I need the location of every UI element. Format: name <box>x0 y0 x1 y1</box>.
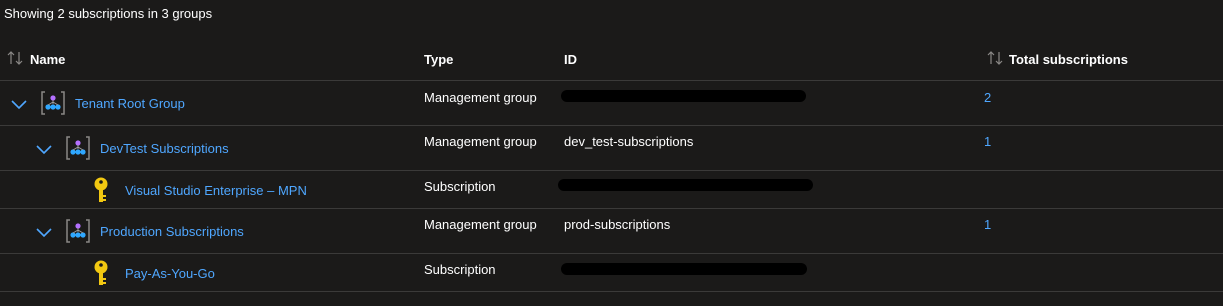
table-row: Tenant Root Group Management group 2 <box>0 81 1223 126</box>
row-name-link[interactable]: DevTest Subscriptions <box>100 141 229 156</box>
table-row: Production Subscriptions Management grou… <box>0 209 1223 254</box>
row-id: dev_test-subscriptions <box>564 134 694 149</box>
chevron-down-icon[interactable] <box>10 98 28 110</box>
table-row: Visual Studio Enterprise – MPN Subscript… <box>0 171 1223 209</box>
sort-icon[interactable] <box>986 50 1006 66</box>
table-row: Pay-As-You-Go Subscription <box>0 254 1223 292</box>
management-group-icon <box>41 91 65 115</box>
redacted-id <box>558 179 813 191</box>
redacted-id <box>561 90 806 102</box>
chevron-down-icon[interactable] <box>35 143 53 155</box>
row-name-link[interactable]: Visual Studio Enterprise – MPN <box>125 183 307 198</box>
management-group-icon <box>66 219 90 243</box>
key-icon <box>94 177 108 202</box>
table-header: Name Type ID Total subscriptions <box>0 44 1223 81</box>
row-name-link[interactable]: Tenant Root Group <box>75 96 185 111</box>
row-type: Management group <box>424 90 537 105</box>
management-group-icon <box>66 136 90 160</box>
column-header-name[interactable]: Name <box>30 52 65 67</box>
column-header-id: ID <box>564 52 577 67</box>
row-total-subscriptions[interactable]: 2 <box>984 90 991 105</box>
column-header-total-subscriptions[interactable]: Total subscriptions <box>1009 52 1128 67</box>
redacted-id <box>561 263 807 275</box>
row-type: Management group <box>424 134 537 149</box>
key-icon <box>94 260 108 285</box>
row-id: prod-subscriptions <box>564 217 671 232</box>
row-name-link[interactable]: Production Subscriptions <box>100 224 244 239</box>
summary-text: Showing 2 subscriptions in 3 groups <box>4 6 213 21</box>
row-name-link[interactable]: Pay-As-You-Go <box>125 266 215 281</box>
row-type: Subscription <box>424 262 496 277</box>
table-row: DevTest Subscriptions Management group d… <box>0 126 1223 171</box>
sort-icon[interactable] <box>6 50 26 66</box>
row-total-subscriptions[interactable]: 1 <box>984 134 991 149</box>
row-total-subscriptions[interactable]: 1 <box>984 217 991 232</box>
column-header-type: Type <box>424 52 454 67</box>
row-type: Management group <box>424 217 537 232</box>
row-type: Subscription <box>424 179 496 194</box>
chevron-down-icon[interactable] <box>35 226 53 238</box>
